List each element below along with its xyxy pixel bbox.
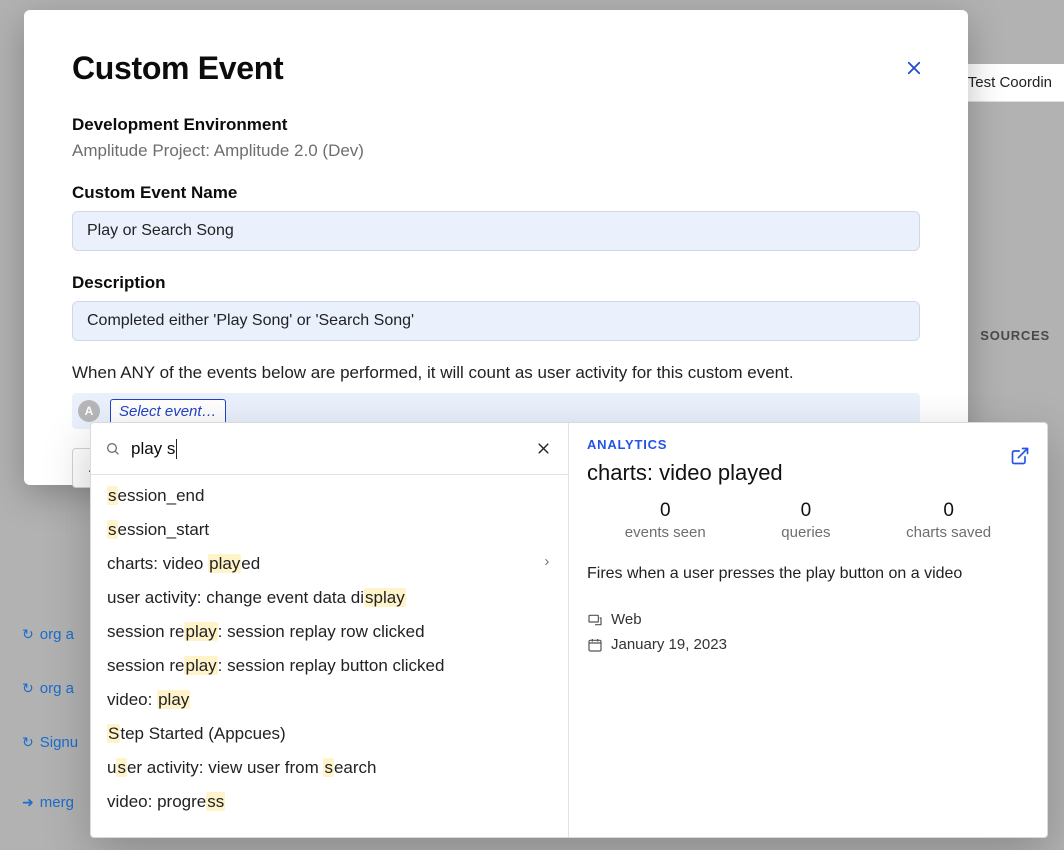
stat: 0 queries <box>781 500 830 541</box>
result-text: charts: video played <box>107 554 260 574</box>
result-item[interactable]: video: play <box>91 683 568 717</box>
result-item[interactable]: session_start <box>91 513 568 547</box>
close-icon <box>905 59 923 77</box>
result-text: video: progress <box>107 792 225 812</box>
analytics-label: ANALYTICS <box>587 437 1029 452</box>
name-label: Custom Event Name <box>72 183 920 203</box>
date-value: January 19, 2023 <box>611 636 727 653</box>
picker-left-pane: play s session_end session_start charts: v… <box>91 423 569 837</box>
platform-value: Web <box>611 611 642 628</box>
custom-event-name-input[interactable] <box>72 211 920 251</box>
events-info: When ANY of the events below are perform… <box>72 363 920 383</box>
bg-link-label: Signu <box>40 734 78 751</box>
stat-number: 0 <box>781 500 830 522</box>
result-item[interactable]: Step Started (Appcues) <box>91 717 568 751</box>
bg-link-3[interactable]: ➜ merg <box>22 794 74 811</box>
result-item[interactable]: user activity: change event data display <box>91 581 568 615</box>
detail-title: charts: video played <box>587 460 1029 486</box>
stat: 0 charts saved <box>906 500 991 541</box>
slot-badge: A <box>78 400 100 422</box>
picker-detail-pane: ANALYTICS charts: video played 0 events s… <box>569 423 1047 837</box>
result-text: Step Started (Appcues) <box>107 724 286 744</box>
bg-link-0[interactable]: ↻ org a <box>22 626 74 643</box>
result-text: user activity: view user from search <box>107 758 377 778</box>
close-button[interactable] <box>900 54 928 82</box>
text-caret <box>176 439 177 459</box>
stat-number: 0 <box>906 500 991 522</box>
stat: 0 events seen <box>625 500 706 541</box>
desc-label: Description <box>72 273 920 293</box>
env-label: Development Environment <box>72 115 920 135</box>
sync-icon: ↻ <box>22 734 34 751</box>
result-text: user activity: change event data display <box>107 588 406 608</box>
detail-description: Fires when a user presses the play butto… <box>587 565 1029 583</box>
open-external-icon <box>1010 446 1030 466</box>
bg-link-label: org a <box>40 680 74 697</box>
select-event-button[interactable]: Select event… <box>110 399 226 424</box>
bg-link-2[interactable]: ↻ Signu <box>22 734 78 751</box>
meta-date: January 19, 2023 <box>587 636 1029 653</box>
bg-link-1[interactable]: ↻ org a <box>22 680 74 697</box>
env-value: Amplitude Project: Amplitude 2.0 (Dev) <box>72 141 920 161</box>
clear-search-button[interactable] <box>532 438 554 460</box>
result-item[interactable]: session replay: session replay button cl… <box>91 649 568 683</box>
meta-platform: Web <box>587 611 1029 628</box>
bg-link-label: merg <box>40 794 74 811</box>
event-picker-popover: play s session_end session_start charts: v… <box>90 422 1048 838</box>
chevron-right-icon <box>542 554 552 574</box>
result-item[interactable]: video: progress <box>91 785 568 819</box>
result-text: session_start <box>107 520 209 540</box>
result-item[interactable]: session_end <box>91 479 568 513</box>
search-row: play s <box>91 423 568 475</box>
result-text: session_end <box>107 486 204 506</box>
dialog-title: Custom Event <box>72 50 920 87</box>
result-item[interactable]: user activity: view user from search <box>91 751 568 785</box>
bg-test-coord: Test Coordin <box>955 64 1064 102</box>
sync-icon: ↻ <box>22 626 34 643</box>
custom-event-dialog: Custom Event Development Environment Amp… <box>24 10 968 485</box>
device-icon <box>587 612 603 628</box>
result-item[interactable]: charts: video played <box>91 547 568 581</box>
result-text: video: play <box>107 690 190 710</box>
search-input-text: play s <box>131 439 175 459</box>
bg-link-label: org a <box>40 626 74 643</box>
stat-label: events seen <box>625 524 706 541</box>
bg-sources-header: SOURCES <box>980 328 1050 343</box>
stat-label: charts saved <box>906 524 991 541</box>
description-input[interactable] <box>72 301 920 341</box>
open-external-button[interactable] <box>1007 443 1033 469</box>
stat-label: queries <box>781 524 830 541</box>
calendar-icon <box>587 637 603 653</box>
search-icon <box>105 441 121 457</box>
sync-icon: ↻ <box>22 680 34 697</box>
stats-row: 0 events seen 0 queries 0 charts saved <box>587 500 1029 541</box>
results-list[interactable]: session_end session_start charts: video pl… <box>91 475 568 837</box>
stat-number: 0 <box>625 500 706 522</box>
result-text: session replay: session replay button cl… <box>107 656 444 676</box>
close-icon <box>536 441 551 456</box>
result-item[interactable]: session replay: session replay row click… <box>91 615 568 649</box>
result-text: session replay: session replay row click… <box>107 622 425 642</box>
arrow-merge-icon: ➜ <box>22 794 34 811</box>
